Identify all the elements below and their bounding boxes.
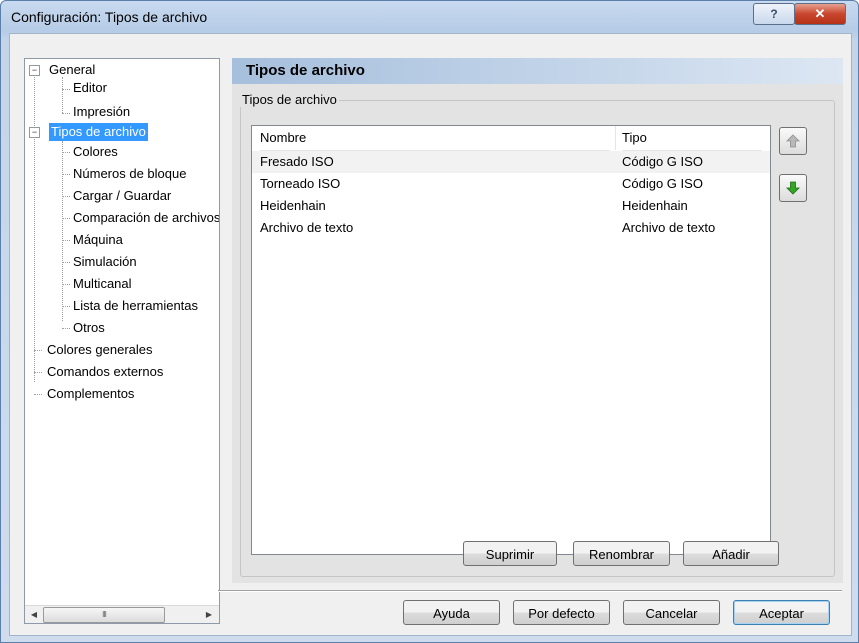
cell-name: Fresado ISO [260, 154, 334, 169]
cell-type: Heidenhain [622, 198, 688, 213]
help-button[interactable]: Ayuda [403, 600, 500, 625]
tree-item-otros[interactable]: Otros [73, 319, 105, 337]
tree-line [62, 262, 70, 263]
scroll-thumb[interactable]: III [43, 607, 165, 623]
tree-item-label: Cargar / Guardar [73, 188, 172, 203]
cancel-button[interactable]: Cancelar [623, 600, 720, 625]
tree-line [62, 152, 70, 153]
tree-item-editor[interactable]: Editor [73, 79, 107, 97]
column-separator[interactable] [615, 126, 616, 150]
arrow-up-icon [786, 134, 800, 148]
rename-button[interactable]: Renombrar [573, 541, 670, 566]
arrow-down-icon [786, 181, 800, 195]
tree-line [62, 89, 70, 90]
tree-item-label: Comparación de archivos [73, 210, 219, 225]
tree-line [62, 113, 70, 114]
tree-item-label: Impresión [73, 104, 131, 119]
scroll-left-icon[interactable]: ◀ [26, 607, 42, 622]
tree-item-lista-herramientas[interactable]: Lista de herramientas [73, 297, 198, 315]
tree-item-label: Números de bloque [73, 166, 187, 181]
tree-line [34, 73, 35, 382]
tree-line [34, 394, 42, 395]
tree-item-comparacion[interactable]: Comparación de archivos [73, 209, 219, 227]
tree-item-impresion[interactable]: Impresión [73, 103, 130, 121]
tree-item-maquina[interactable]: Máquina [73, 231, 123, 249]
tree-item-label: Colores generales [47, 342, 153, 357]
default-button[interactable]: Por defecto [513, 600, 610, 625]
tree-item-label: Complementos [47, 386, 135, 401]
move-up-button[interactable] [779, 127, 807, 155]
cell-name: Torneado ISO [260, 176, 341, 191]
tree-line [62, 196, 70, 197]
collapse-icon[interactable]: − [29, 127, 40, 138]
column-header-type[interactable]: Tipo [622, 126, 762, 151]
tree-item-complementos[interactable]: Complementos [47, 385, 134, 403]
tree-item-numeros-de-bloque[interactable]: Números de bloque [73, 165, 186, 183]
tree-line [62, 240, 70, 241]
tree-line [34, 372, 42, 373]
tree-item-colores[interactable]: Colores [73, 143, 118, 161]
cell-type: Archivo de texto [622, 220, 716, 235]
collapse-icon[interactable]: − [29, 65, 40, 76]
cell-name: Archivo de texto [260, 220, 354, 235]
tree-line [34, 350, 42, 351]
cell-name: Heidenhain [260, 198, 326, 213]
tree-line [62, 77, 63, 113]
settings-tree[interactable]: − General Editor Impresión − Tipos de ar… [24, 58, 220, 624]
settings-panel: Tipos de archivo Tipos de archivo Nombre… [232, 58, 843, 583]
tree-item-label: Simulación [73, 254, 137, 269]
tree-line [62, 141, 63, 321]
group-label: Tipos de archivo [240, 92, 339, 107]
list-row[interactable]: Archivo de texto Archivo de texto [252, 217, 770, 239]
tree-item-multicanal[interactable]: Multicanal [73, 275, 132, 293]
list-row[interactable]: Torneado ISO Código G ISO [252, 173, 770, 195]
tree-item-label: Comandos externos [47, 364, 164, 379]
tree-item-label: Máquina [73, 232, 123, 247]
tree-line [62, 218, 70, 219]
move-down-button[interactable] [779, 174, 807, 202]
help-icon: ? [770, 7, 778, 21]
tree-item-comandos-externos[interactable]: Comandos externos [47, 363, 163, 381]
tree-line [62, 174, 70, 175]
tree-line [62, 306, 70, 307]
list-row[interactable]: Fresado ISO Código G ISO [252, 151, 770, 173]
tree-content: − General Editor Impresión − Tipos de ar… [25, 59, 219, 605]
close-icon: ✕ [814, 6, 826, 21]
tree-item-label: Multicanal [73, 276, 132, 291]
tree-item-label: Tipos de archivo [49, 123, 148, 141]
cell-type: Código G ISO [622, 154, 703, 169]
title-bar[interactable]: Configuración: Tipos de archivo ? ✕ [1, 1, 858, 33]
tree-item-label: Lista de herramientas [73, 298, 199, 313]
close-button[interactable]: ✕ [794, 3, 846, 25]
tree-horizontal-scrollbar[interactable]: ◀ III ▶ [25, 605, 219, 623]
tree-item-simulacion[interactable]: Simulación [73, 253, 137, 271]
dialog-client: − General Editor Impresión − Tipos de ar… [9, 33, 852, 636]
tree-item-cargar-guardar[interactable]: Cargar / Guardar [73, 187, 171, 205]
tree-item-label: General [49, 62, 96, 77]
window-title: Configuración: Tipos de archivo [11, 9, 208, 25]
column-header-name[interactable]: Nombre [260, 126, 610, 151]
help-title-button[interactable]: ? [753, 3, 795, 25]
add-button[interactable]: Añadir [683, 541, 779, 566]
cell-type: Código G ISO [622, 176, 703, 191]
file-types-list[interactable]: Nombre Tipo Fresado ISO Código G ISO Tor… [251, 125, 771, 555]
dialog-window: Configuración: Tipos de archivo ? ✕ − Ge… [0, 0, 859, 643]
footer-separator [218, 590, 842, 592]
tree-line [62, 328, 70, 329]
scroll-right-icon[interactable]: ▶ [201, 607, 217, 622]
tree-item-label: Otros [73, 320, 105, 335]
tree-item-label: Colores [73, 144, 118, 159]
list-row[interactable]: Heidenhain Heidenhain [252, 195, 770, 217]
panel-title: Tipos de archivo [232, 58, 843, 84]
tree-line [62, 284, 70, 285]
tree-item-colores-generales[interactable]: Colores generales [47, 341, 153, 359]
accept-button[interactable]: Aceptar [733, 600, 830, 625]
tree-item-label: Editor [73, 80, 107, 95]
delete-button[interactable]: Suprimir [463, 541, 557, 566]
